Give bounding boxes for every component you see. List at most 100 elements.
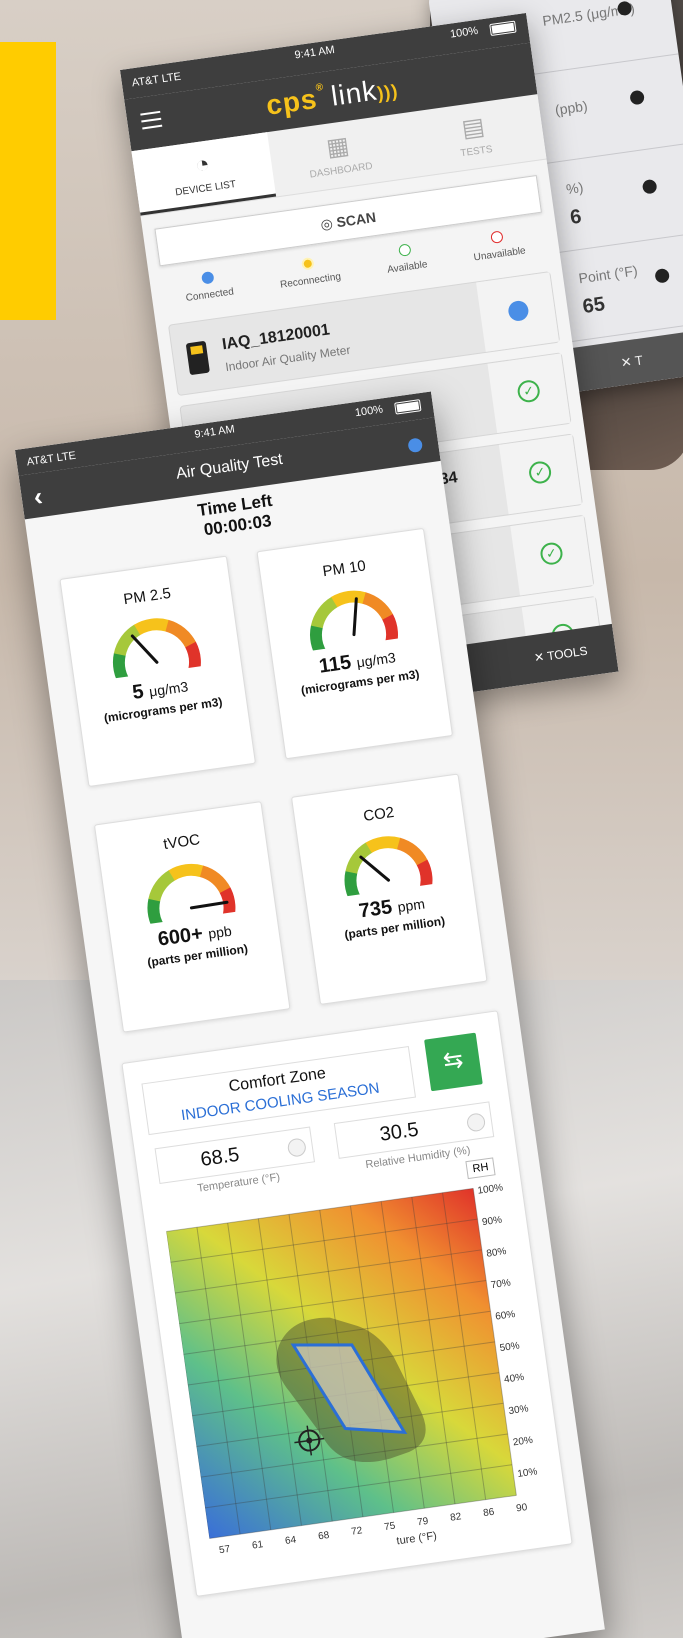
battery-percent: 100% <box>449 24 479 41</box>
logo-product: link <box>329 74 380 112</box>
legend-label: Unavailable <box>473 245 527 264</box>
gauge-needle <box>130 634 158 664</box>
available-check-icon: ✓ <box>527 460 553 485</box>
x-tick-label: 64 <box>284 1534 297 1547</box>
clock: 9:41 AM <box>293 43 336 62</box>
info-icon <box>654 267 671 284</box>
legend-label: Available <box>386 259 429 276</box>
y-tick-label: 100% <box>477 1182 504 1196</box>
gauge-dial <box>112 618 201 680</box>
gauge-arc-segment <box>147 870 175 902</box>
x-tick-label: 90 <box>516 1502 529 1515</box>
x-tick-label: 61 <box>251 1539 264 1552</box>
gauge-arc-segment <box>164 619 196 649</box>
gauge-unit: ppb <box>207 922 233 942</box>
info-icon <box>629 89 646 106</box>
legend-available: Available <box>384 241 429 276</box>
carrier-label: AT&T LTE <box>131 70 182 90</box>
comfort-chart: RH 100% 90% 80% 70% 60% 50% 40% 30% 20% … <box>152 1151 560 1584</box>
gauge-arc-segment <box>310 596 338 629</box>
reconnecting-dot-icon <box>301 256 315 271</box>
x-tick-label: 57 <box>218 1544 231 1557</box>
bg-label: Point (°F) <box>577 262 639 287</box>
humidity-value: 30.5 <box>378 1118 420 1146</box>
gauge-arc-segment <box>112 652 131 680</box>
x-tick-label: 86 <box>482 1507 495 1520</box>
gauge-arc-segment <box>168 864 204 881</box>
bg-value: 6 <box>568 205 583 229</box>
cps-link-logo: cps® link))) <box>264 74 400 121</box>
tools-icon: ✕ <box>533 649 546 666</box>
connected-dot-icon <box>200 271 215 285</box>
logo-brand: cps <box>264 82 320 121</box>
connected-dot-icon <box>507 299 530 323</box>
rh-tag: RH <box>465 1157 496 1180</box>
legend-reconnecting: Reconnecting <box>277 254 342 291</box>
comfort-zone-card: Comfort Zone INDOOR COOLING SEASON ⇆ 68.… <box>121 1010 573 1597</box>
gauge-card-pm25: PM 2.5 5 μg/m3 (micrograms per m3) <box>59 555 256 788</box>
wifi-signal-icon: ◔ <box>193 150 212 180</box>
gauge-arc-segment <box>219 887 235 923</box>
x-tick-label: 72 <box>350 1525 363 1538</box>
gauge-dial <box>344 836 433 898</box>
temperature-value: 68.5 <box>199 1143 241 1171</box>
battery-percent: 100% <box>354 403 384 420</box>
gauge-arc-segment <box>396 837 428 866</box>
gauge-arc-segment <box>344 842 372 875</box>
y-tick-label: 40% <box>503 1372 524 1386</box>
toggle-circle-icon[interactable] <box>286 1137 307 1158</box>
toggle-circle-icon[interactable] <box>465 1112 487 1133</box>
gauge-arc-segment <box>365 836 401 854</box>
legend-connected: Connected <box>183 269 235 304</box>
bg-label: (ppb) <box>553 97 589 119</box>
gauge-arc-segment <box>416 859 433 896</box>
unavailable-circle-icon <box>490 230 505 244</box>
brand-yellow-block <box>0 42 56 320</box>
y-tick-label: 10% <box>517 1466 538 1480</box>
gauge-arc-segment <box>309 625 328 652</box>
gauge-arc-segment <box>146 898 165 925</box>
y-tick-label: 20% <box>512 1435 533 1449</box>
x-tick-label: 68 <box>317 1530 330 1543</box>
gauge-unit: ppm <box>396 895 426 916</box>
y-tick-label: 80% <box>486 1246 507 1260</box>
x-tick-label: 79 <box>416 1516 429 1529</box>
available-check-icon <box>398 243 412 257</box>
legend-unavailable: Unavailable <box>471 228 527 264</box>
gauge-number: 600+ <box>156 922 205 951</box>
gauge-arc-segment <box>381 614 398 650</box>
battery-icon <box>489 20 517 37</box>
gauge-unit: μg/m3 <box>355 649 397 671</box>
y-tick-label: 30% <box>508 1403 529 1417</box>
gauge-arc-segment <box>184 641 201 678</box>
gauge-card-tvoc: tVOC 600+ ppb (parts per million) <box>93 801 291 1033</box>
tools-label: TOOLS <box>546 643 589 664</box>
available-check-icon: ✓ <box>516 378 542 404</box>
signal-wave-icon: ))) <box>376 80 400 104</box>
gauge-number: 5 <box>130 680 146 704</box>
y-tick-label: 70% <box>490 1277 511 1291</box>
gauge-number: 735 <box>357 896 394 923</box>
gauge-card-co2: CO2 735 ppm (parts per million) <box>290 773 488 1005</box>
comfort-zone-chart: 100% 90% 80% 70% 60% 50% 40% 30% 20% 10% 57 61 64 68… <box>165 1182 538 1557</box>
hamburger-menu-icon[interactable] <box>140 110 163 130</box>
clock: 9:41 AM <box>193 423 236 441</box>
swap-arrows-button[interactable]: ⇆ <box>424 1032 483 1092</box>
gauge-unit: μg/m3 <box>148 678 190 700</box>
device-status: ✓ <box>498 434 582 515</box>
device-status <box>476 272 560 352</box>
tab-label: TESTS <box>459 143 494 160</box>
tools-icon: ✕ <box>619 353 633 371</box>
x-axis-label: ture (°F) <box>396 1530 438 1548</box>
x-tick-label: 75 <box>383 1521 396 1534</box>
gauge-number: 115 <box>317 651 353 678</box>
scan-label: SCAN <box>335 208 377 231</box>
y-tick-label: 90% <box>481 1215 502 1229</box>
y-tick-label: 60% <box>495 1309 516 1323</box>
gauge-arc-segment <box>344 870 362 898</box>
gauge-card-pm10: PM 10 115 μg/m3 (micrograms per m3) <box>256 527 454 760</box>
dashboard-icon: ▦ <box>324 131 351 162</box>
meter-device-icon <box>185 340 210 376</box>
carrier-label: AT&T LTE <box>26 449 77 469</box>
device-status: ✓ <box>510 515 594 596</box>
